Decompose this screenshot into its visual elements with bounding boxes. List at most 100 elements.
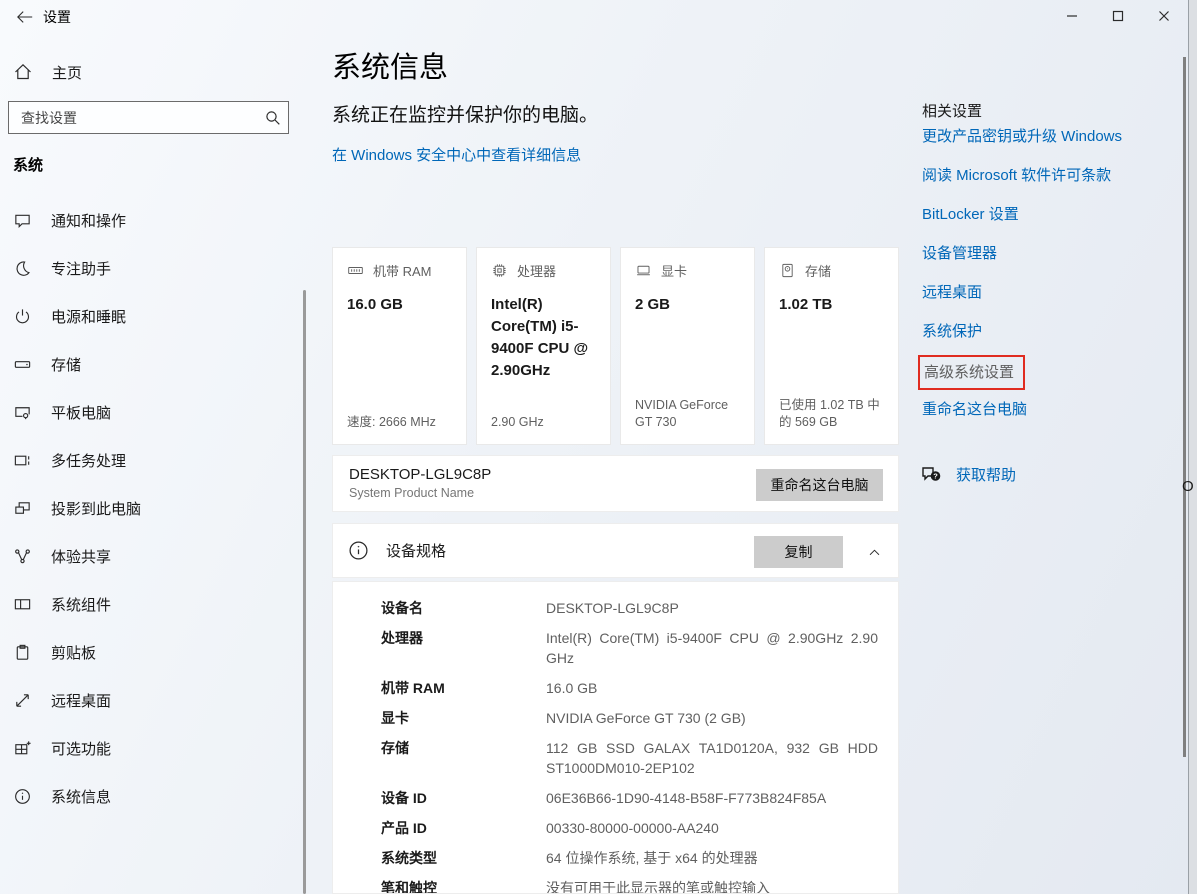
back-button[interactable] <box>10 5 40 29</box>
hardware-cards: 机带 RAM 16.0 GB 速度: 2666 MHz 处理器 Intel(R)… <box>332 247 899 445</box>
sidebar-item-label: 系统组件 <box>51 594 111 615</box>
link-device-manager[interactable]: 设备管理器 <box>922 244 997 264</box>
spec-label: 设备 ID <box>381 788 546 808</box>
card-value: 2 GB <box>635 294 740 316</box>
sidebar-item-shared-experiences[interactable]: 体验共享 <box>0 532 300 580</box>
advanced-system-settings-wrap: 高级系统设置 <box>918 355 1025 390</box>
card-footer: 2.90 GHz <box>491 414 596 431</box>
spec-value: Intel(R) Core(TM) i5-9400F CPU @ 2.90GHz… <box>546 628 878 668</box>
get-help-link[interactable]: ? 获取帮助 <box>921 464 1016 485</box>
sidebar-item-about[interactable]: 系统信息 <box>0 772 300 820</box>
link-remote-desktop[interactable]: 远程桌面 <box>922 283 982 303</box>
card-storage: 存储 1.02 TB 已使用 1.02 TB 中的 569 GB <box>764 247 899 445</box>
window-scrollbar-track[interactable] <box>1188 0 1197 894</box>
sidebar-item-label: 系统信息 <box>51 786 111 807</box>
system-components-icon <box>13 595 32 614</box>
sidebar-section-header: 系统 <box>13 154 43 175</box>
sidebar-item-storage[interactable]: 存储 <box>0 340 300 388</box>
spec-value: 没有可用于此显示器的笔或触控输入 <box>546 878 878 894</box>
device-specs-title: 设备规格 <box>386 540 446 561</box>
sidebar-item-system-components[interactable]: 系统组件 <box>0 580 300 628</box>
sidebar-item-label: 主页 <box>52 62 82 83</box>
close-icon <box>1158 10 1170 22</box>
gpu-icon <box>635 262 652 279</box>
clipboard-icon <box>13 643 32 662</box>
spec-label: 机带 RAM <box>381 678 546 698</box>
sidebar-item-label: 通知和操作 <box>51 210 126 231</box>
minimize-button[interactable] <box>1049 0 1095 31</box>
multitasking-icon <box>13 451 32 470</box>
sidebar-item-clipboard[interactable]: 剪贴板 <box>0 628 300 676</box>
table-row: 产品 ID00330-80000-00000-AA240 <box>381 818 898 838</box>
device-specs-table: 设备名DESKTOP-LGL9C8P 处理器Intel(R) Core(TM) … <box>332 581 899 894</box>
table-row: 处理器Intel(R) Core(TM) i5-9400F CPU @ 2.90… <box>381 628 898 668</box>
link-advanced-system-settings[interactable]: 高级系统设置 <box>924 364 1014 381</box>
link-bitlocker[interactable]: BitLocker 设置 <box>922 205 1019 225</box>
home-icon <box>13 62 33 82</box>
chevron-up-icon[interactable] <box>863 541 885 563</box>
sidebar-item-label: 体验共享 <box>51 546 111 567</box>
spec-value: 00330-80000-00000-AA240 <box>546 818 878 838</box>
card-footer: 速度: 2666 MHz <box>347 414 452 431</box>
sidebar-item-label: 电源和睡眠 <box>51 306 126 327</box>
spec-label: 设备名 <box>381 598 546 618</box>
annotation-highlight-box: 高级系统设置 <box>918 355 1025 390</box>
window-controls <box>1049 0 1187 31</box>
sidebar-nav: 通知和操作 专注助手 电源和睡眠 存储 平板电脑 多任务处理 <box>0 196 300 820</box>
sidebar-item-label: 远程桌面 <box>51 690 111 711</box>
sidebar-scrollbar[interactable] <box>303 290 306 894</box>
table-row: 存储112 GB SSD GALAX TA1D0120A, 932 GB HDD… <box>381 738 898 778</box>
sidebar: 主页 系统 通知和操作 专注助手 电源和睡眠 存储 <box>0 32 307 894</box>
device-specs-header[interactable]: 设备规格 复制 <box>332 523 899 578</box>
spec-label: 处理器 <box>381 628 546 668</box>
link-system-protection[interactable]: 系统保护 <box>922 322 982 342</box>
security-center-link[interactable]: 在 Windows 安全中心中查看详细信息 <box>332 144 581 165</box>
get-help-label: 获取帮助 <box>956 464 1016 485</box>
card-value: 1.02 TB <box>779 294 884 316</box>
window-scrollbar-thumb[interactable] <box>1183 57 1186 757</box>
sidebar-item-projecting[interactable]: 投影到此电脑 <box>0 484 300 532</box>
sidebar-item-label: 投影到此电脑 <box>51 498 141 519</box>
search-input[interactable] <box>9 110 258 126</box>
settings-window: 设置 主页 系统 <box>0 0 1197 894</box>
rename-pc-button[interactable]: 重命名这台电脑 <box>756 469 883 501</box>
sidebar-item-focus-assist[interactable]: 专注助手 <box>0 244 300 292</box>
ram-icon <box>347 262 364 279</box>
card-label: 存储 <box>805 261 831 280</box>
close-button[interactable] <box>1141 0 1187 31</box>
edge-stray-letter: O <box>1182 478 1194 495</box>
focus-assist-icon <box>13 259 32 278</box>
optional-features-icon <box>13 739 32 758</box>
sidebar-item-multitasking[interactable]: 多任务处理 <box>0 436 300 484</box>
spec-value: NVIDIA GeForce GT 730 (2 GB) <box>546 708 878 728</box>
help-bubble-icon: ? <box>921 465 943 485</box>
card-footer: 已使用 1.02 TB 中的 569 GB <box>779 397 884 431</box>
sidebar-item-remote-desktop[interactable]: 远程桌面 <box>0 676 300 724</box>
device-name-row: DESKTOP-LGL9C8P System Product Name 重命名这… <box>332 455 899 512</box>
search-box <box>8 101 289 134</box>
remote-desktop-icon <box>13 691 32 710</box>
card-label: 显卡 <box>661 261 687 280</box>
search-icon[interactable] <box>258 110 288 126</box>
link-change-product-key[interactable]: 更改产品密钥或升级 Windows <box>922 127 1122 147</box>
maximize-button[interactable] <box>1095 0 1141 31</box>
sidebar-item-notifications[interactable]: 通知和操作 <box>0 196 300 244</box>
sidebar-item-power-sleep[interactable]: 电源和睡眠 <box>0 292 300 340</box>
projecting-icon <box>13 499 32 518</box>
spec-label: 产品 ID <box>381 818 546 838</box>
table-row: 笔和触控没有可用于此显示器的笔或触控输入 <box>381 878 898 894</box>
sidebar-item-label: 存储 <box>51 354 81 375</box>
link-rename-this-pc[interactable]: 重命名这台电脑 <box>922 400 1027 420</box>
link-license-terms[interactable]: 阅读 Microsoft 软件许可条款 <box>922 166 1111 186</box>
sidebar-item-optional-features[interactable]: 可选功能 <box>0 724 300 772</box>
svg-text:?: ? <box>933 471 938 480</box>
spec-label: 系统类型 <box>381 848 546 868</box>
spec-value: 06E36B66-1D90-4148-B58F-F773B824F85A <box>546 788 878 808</box>
copy-button[interactable]: 复制 <box>754 536 843 568</box>
card-label: 处理器 <box>517 261 556 280</box>
spec-label: 显卡 <box>381 708 546 728</box>
table-row: 机带 RAM16.0 GB <box>381 678 898 698</box>
table-row: 设备 ID06E36B66-1D90-4148-B58F-F773B824F85… <box>381 788 898 808</box>
sidebar-item-tablet[interactable]: 平板电脑 <box>0 388 300 436</box>
sidebar-item-home[interactable]: 主页 <box>0 52 290 92</box>
